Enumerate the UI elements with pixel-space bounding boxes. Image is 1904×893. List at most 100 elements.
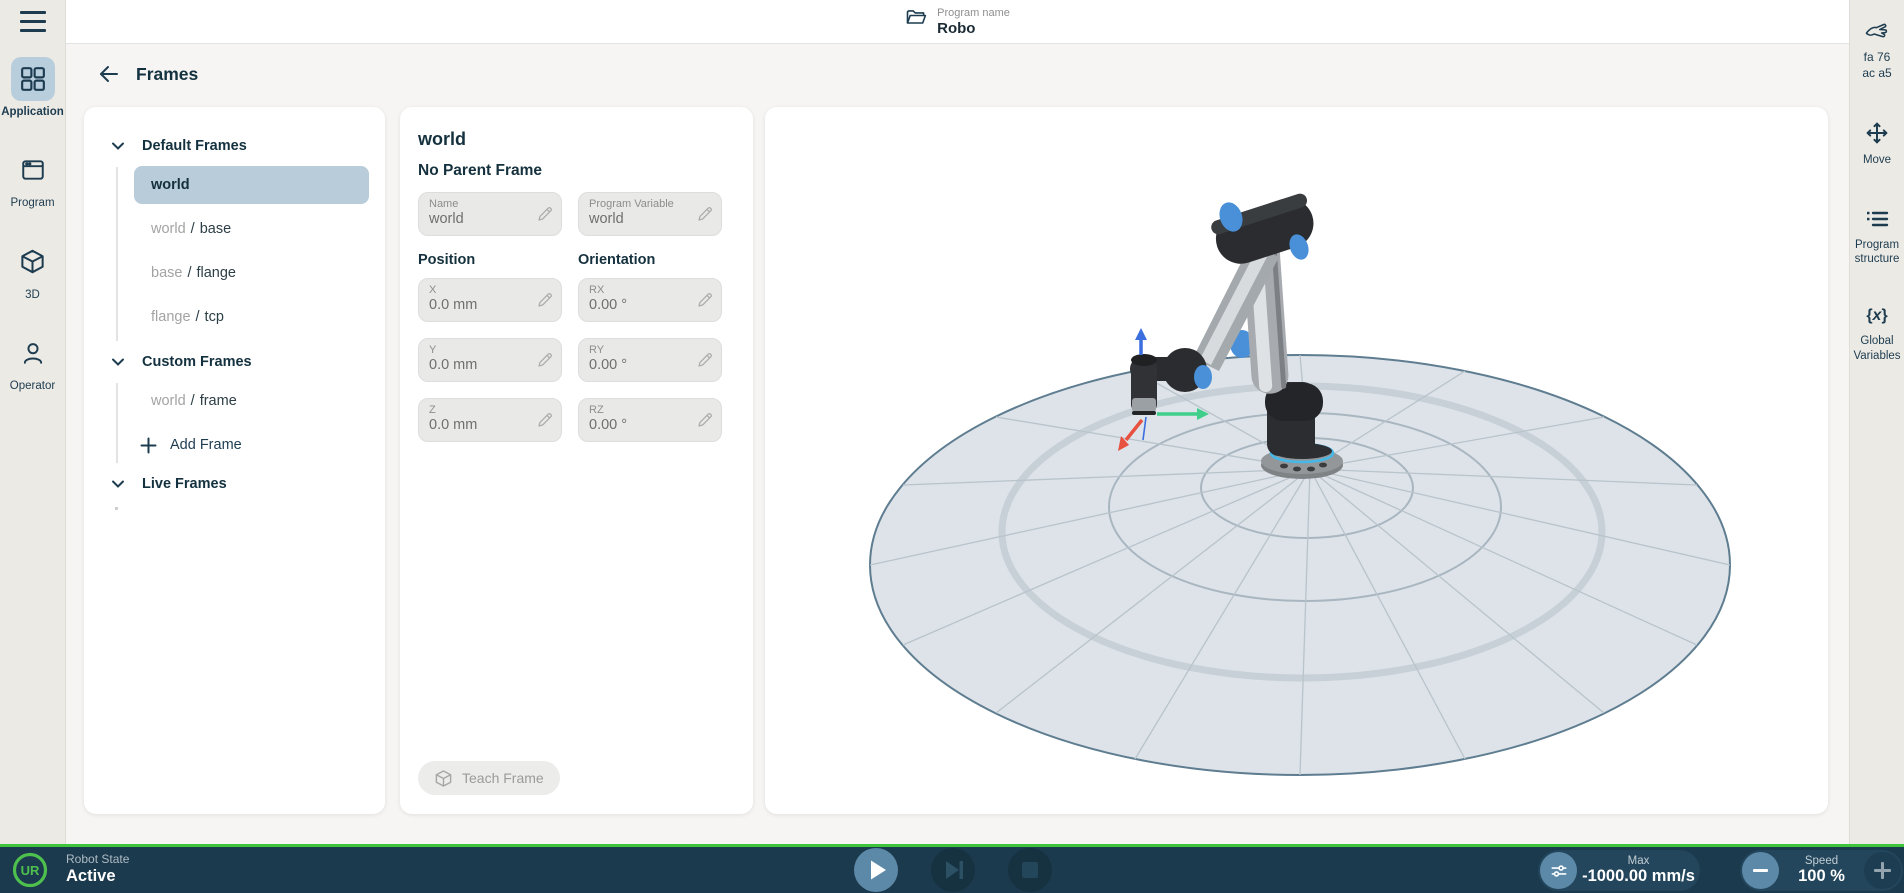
sidebar-item-label: 3D — [25, 288, 40, 302]
sidebar-item-label: Application — [1, 105, 64, 119]
stop-button[interactable] — [1008, 848, 1052, 892]
page-header: Frames — [98, 63, 198, 85]
position-y-field[interactable]: Y 0.0 mm — [418, 338, 562, 382]
sidebar-item-program[interactable]: Program — [0, 148, 65, 210]
sidebar-item-move[interactable]: Move — [1850, 117, 1904, 167]
cube-icon — [434, 769, 453, 788]
chevron-down-icon — [111, 141, 125, 151]
freedrive-hand-icon — [1855, 16, 1899, 46]
custom-frames-children: world / frame Add Frame — [116, 379, 385, 467]
move-arrows-icon — [1855, 117, 1899, 149]
orientation-rz-field[interactable]: RZ 0.00 ° — [578, 398, 722, 442]
edit-pencil-icon[interactable] — [697, 412, 713, 433]
program-name-value: Robo — [937, 20, 1010, 37]
tree-item-flange-tcp[interactable]: flange / tcp — [134, 298, 369, 336]
back-button[interactable] — [98, 63, 120, 85]
transport-controls — [854, 848, 1052, 892]
parent-frame-label: No Parent Frame — [400, 150, 753, 192]
sidebar-item-global-variables[interactable]: {x} Global Variables — [1850, 302, 1904, 363]
name-field[interactable]: Name world — [418, 192, 562, 236]
edit-pencil-icon[interactable] — [537, 292, 553, 313]
sidebar-item-label: Program structure — [1850, 238, 1904, 267]
edit-pencil-icon[interactable] — [537, 352, 553, 373]
ur-logo: UR — [12, 852, 48, 893]
frame-title: world — [400, 107, 753, 150]
chevron-down-icon — [111, 357, 125, 367]
program-window-icon — [11, 148, 55, 192]
tree-section-custom-frames[interactable]: Custom Frames — [84, 345, 385, 379]
svg-text:UR: UR — [21, 863, 40, 878]
speed-pill: Speed 100 % — [1740, 850, 1903, 891]
position-x-field[interactable]: X 0.0 mm — [418, 278, 562, 322]
operator-person-icon — [11, 331, 55, 375]
sidebar-item-3d[interactable]: 3D — [0, 240, 65, 302]
plus-icon — [1874, 862, 1891, 879]
sidebar-item-program-structure[interactable]: Program structure — [1850, 204, 1904, 267]
bottom-status-bar: UR Robot State Active Max -1000.00 mm/s — [0, 844, 1904, 893]
speed-settings-button[interactable] — [1540, 852, 1577, 889]
max-speed-pill: Max -1000.00 mm/s — [1538, 850, 1700, 891]
orientation-heading: Orientation — [578, 252, 722, 268]
sidebar-item-label: Global Variables — [1850, 334, 1904, 363]
hamburger-bar — [20, 29, 46, 32]
minus-icon — [1753, 869, 1768, 872]
hamburger-bar — [20, 20, 46, 23]
skip-to-end-icon — [931, 848, 975, 892]
sidebar-item-label: Move — [1863, 153, 1891, 167]
program-structure-list-icon — [1855, 204, 1899, 234]
live-frames-guide-dot — [115, 507, 118, 510]
tree-item-world-base[interactable]: world / base — [134, 210, 369, 248]
robot-state-block: Robot State Active — [66, 852, 129, 886]
add-frame-button[interactable]: Add Frame — [134, 426, 385, 464]
hamburger-bar — [20, 11, 46, 14]
program-name-label: Program name — [937, 7, 1010, 19]
robot-3d-viewport[interactable] — [765, 107, 1828, 814]
position-z-field[interactable]: Z 0.0 mm — [418, 398, 562, 442]
position-heading: Position — [418, 252, 562, 268]
program-name-block: Program name Robo — [905, 7, 1010, 37]
default-frames-children: world world / base base / flange flange … — [116, 163, 385, 345]
program-variable-field[interactable]: Program Variable world — [578, 192, 722, 236]
tree-section-live-frames[interactable]: Live Frames — [84, 467, 385, 501]
robot-scene — [765, 107, 1828, 814]
tree-section-default-frames[interactable]: Default Frames — [84, 129, 385, 163]
orientation-rx-field[interactable]: RX 0.00 ° — [578, 278, 722, 322]
edit-pencil-icon[interactable] — [697, 206, 713, 227]
frames-tree-panel: Default Frames world world / base base /… — [84, 107, 385, 814]
sliders-icon — [1549, 861, 1569, 881]
robot-serial-hex: fa 76 ac a5 — [1862, 50, 1891, 81]
speed-increase-button[interactable] — [1864, 852, 1901, 889]
hamburger-menu-button[interactable] — [20, 11, 46, 32]
tree-item-base-flange[interactable]: base / flange — [134, 254, 369, 292]
sidebar-item-freedrive[interactable]: fa 76 ac a5 — [1850, 16, 1904, 81]
sidebar-item-operator[interactable]: Operator — [0, 331, 65, 393]
sidebar-item-application[interactable]: Application — [0, 57, 65, 119]
global-variables-icon: {x} — [1855, 302, 1899, 330]
stop-icon — [1008, 848, 1052, 892]
plus-icon — [140, 437, 157, 454]
edit-pencil-icon[interactable] — [537, 206, 553, 227]
edit-pencil-icon[interactable] — [697, 352, 713, 373]
speed-label: Speed — [1805, 855, 1838, 867]
tree-item-world-frame[interactable]: world / frame — [134, 382, 369, 420]
max-speed-readout: Max -1000.00 mm/s — [1577, 855, 1700, 886]
left-nav-rail: Application Program 3D Operator — [0, 0, 66, 844]
tree-item-world[interactable]: world — [134, 166, 369, 204]
speed-decrease-button[interactable] — [1742, 852, 1779, 889]
cube-3d-icon — [11, 240, 55, 284]
play-button[interactable] — [854, 848, 898, 892]
speed-value: 100 % — [1798, 867, 1845, 886]
orientation-ry-field[interactable]: RY 0.00 ° — [578, 338, 722, 382]
arrow-left-icon — [98, 63, 120, 85]
right-nav-rail: fa 76 ac a5 Move Program structure {x} — [1849, 0, 1904, 844]
skip-to-end-button[interactable] — [931, 848, 975, 892]
edit-pencil-icon[interactable] — [697, 292, 713, 313]
chevron-down-icon — [111, 479, 125, 489]
left-nav-items: Application Program 3D Operator — [0, 57, 65, 394]
teach-frame-button[interactable]: Teach Frame — [418, 761, 560, 795]
frame-detail-panel: world No Parent Frame Name world Program… — [400, 107, 753, 814]
edit-pencil-icon[interactable] — [537, 412, 553, 433]
max-value: -1000.00 mm/s — [1582, 867, 1695, 886]
sidebar-item-label: Program — [10, 196, 54, 210]
page-title: Frames — [136, 64, 198, 85]
